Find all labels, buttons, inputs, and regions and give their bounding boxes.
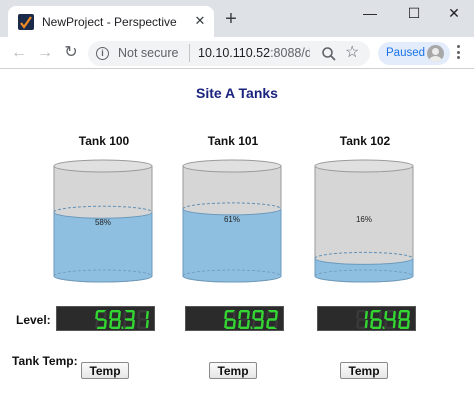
led-digits <box>224 310 278 330</box>
tank-temp-label: Tank Temp: <box>12 354 78 368</box>
tank-level-percent: 58% <box>95 218 111 227</box>
info-icon[interactable]: i <box>96 47 109 60</box>
new-tab-icon[interactable]: + <box>222 9 240 29</box>
forward-icon[interactable]: → <box>34 42 56 64</box>
browser-toolbar: ← → ↻ i Not secure 10.10.110.52:8088/d..… <box>0 37 474 69</box>
led-segment <box>224 311 228 319</box>
led-segment <box>260 320 264 328</box>
tank-level-percent: 61% <box>224 215 240 224</box>
back-icon[interactable]: ← <box>8 42 30 64</box>
address-divider <box>189 44 190 62</box>
tank-top <box>182 159 282 173</box>
tank-name: Tank 100 <box>78 134 130 148</box>
led-segment <box>123 311 127 319</box>
led-segment <box>406 320 410 328</box>
minimize-window-icon[interactable]: — <box>350 2 390 24</box>
browser-tab-strip: NewProject - Perspective ✕ + — ☐ ✕ <box>0 0 474 37</box>
close-window-icon[interactable]: ✕ <box>434 2 474 24</box>
maximize-window-icon[interactable]: ☐ <box>394 2 434 24</box>
led-segment <box>103 320 107 328</box>
led-segment <box>356 311 360 319</box>
led-segment <box>266 311 270 319</box>
led-segment <box>364 320 368 328</box>
perspective-app-icon <box>18 14 34 30</box>
tank-101-column: Tank 101 61% <box>181 132 285 322</box>
led-digits <box>95 310 149 330</box>
tank-102-temp-button[interactable]: Temp <box>340 362 388 379</box>
tank-101-level-display <box>185 306 284 331</box>
reload-icon[interactable]: ↻ <box>60 42 82 64</box>
address-bar[interactable]: i Not secure 10.10.110.52:8088/d... ☆ <box>88 41 370 66</box>
zoom-icon[interactable] <box>320 45 338 63</box>
tank-name: Tank 101 <box>207 134 259 148</box>
led-segment <box>109 311 113 319</box>
led-segment <box>384 311 388 319</box>
led-segment <box>378 320 382 328</box>
url-path: :8088/d... <box>270 46 310 60</box>
led-segment <box>274 320 278 328</box>
page-title: Site A Tanks <box>196 85 278 101</box>
browser-menu-icon[interactable] <box>457 45 461 61</box>
url-host: 10.10.110.52 <box>198 46 271 60</box>
level-label: Level: <box>16 313 51 327</box>
led-segment <box>246 320 250 328</box>
led-segment <box>232 320 236 328</box>
avatar <box>427 45 444 62</box>
tank-100-level-display <box>56 306 155 331</box>
tank-100-graphic[interactable]: 58% <box>52 158 156 286</box>
led-segment <box>398 311 402 319</box>
led-segment <box>392 320 396 328</box>
bookmark-star-icon[interactable]: ☆ <box>345 43 359 63</box>
led-segment <box>137 311 141 319</box>
tank-top <box>314 159 414 173</box>
tank-100-column: Tank 100 58% <box>52 132 156 322</box>
tank-102-graphic[interactable]: 16% <box>313 158 417 286</box>
tank-102-level-display <box>317 306 416 331</box>
led-segment <box>145 320 149 328</box>
tank-100-temp-button[interactable]: Temp <box>81 362 129 379</box>
security-status[interactable]: Not secure <box>118 46 178 60</box>
led-segment <box>252 311 256 319</box>
led-segment <box>238 311 242 319</box>
led-segment <box>95 311 99 319</box>
tank-101-graphic[interactable]: 61% <box>181 158 285 286</box>
tab-title: NewProject - Perspective <box>42 15 177 29</box>
tank-level-percent: 16% <box>356 215 372 224</box>
led-segment <box>131 320 135 328</box>
perspective-view: Site A Tanks Tank 100 58% Tank 101 61% T… <box>0 70 474 416</box>
tank-top <box>53 159 153 173</box>
url-text[interactable]: 10.10.110.52:8088/d... <box>198 46 310 60</box>
led-digits <box>356 310 410 330</box>
tank-101-temp-button[interactable]: Temp <box>209 362 257 379</box>
tank-102-column: Tank 102 16% <box>313 132 417 322</box>
browser-tab[interactable]: NewProject - Perspective ✕ <box>8 6 214 37</box>
led-segment <box>117 320 121 328</box>
led-segment <box>370 311 374 319</box>
sync-paused-label: Paused <box>386 47 426 59</box>
profile-button[interactable]: Paused <box>378 42 450 65</box>
tab-close-icon[interactable]: ✕ <box>192 13 208 29</box>
tank-name: Tank 102 <box>339 134 391 148</box>
